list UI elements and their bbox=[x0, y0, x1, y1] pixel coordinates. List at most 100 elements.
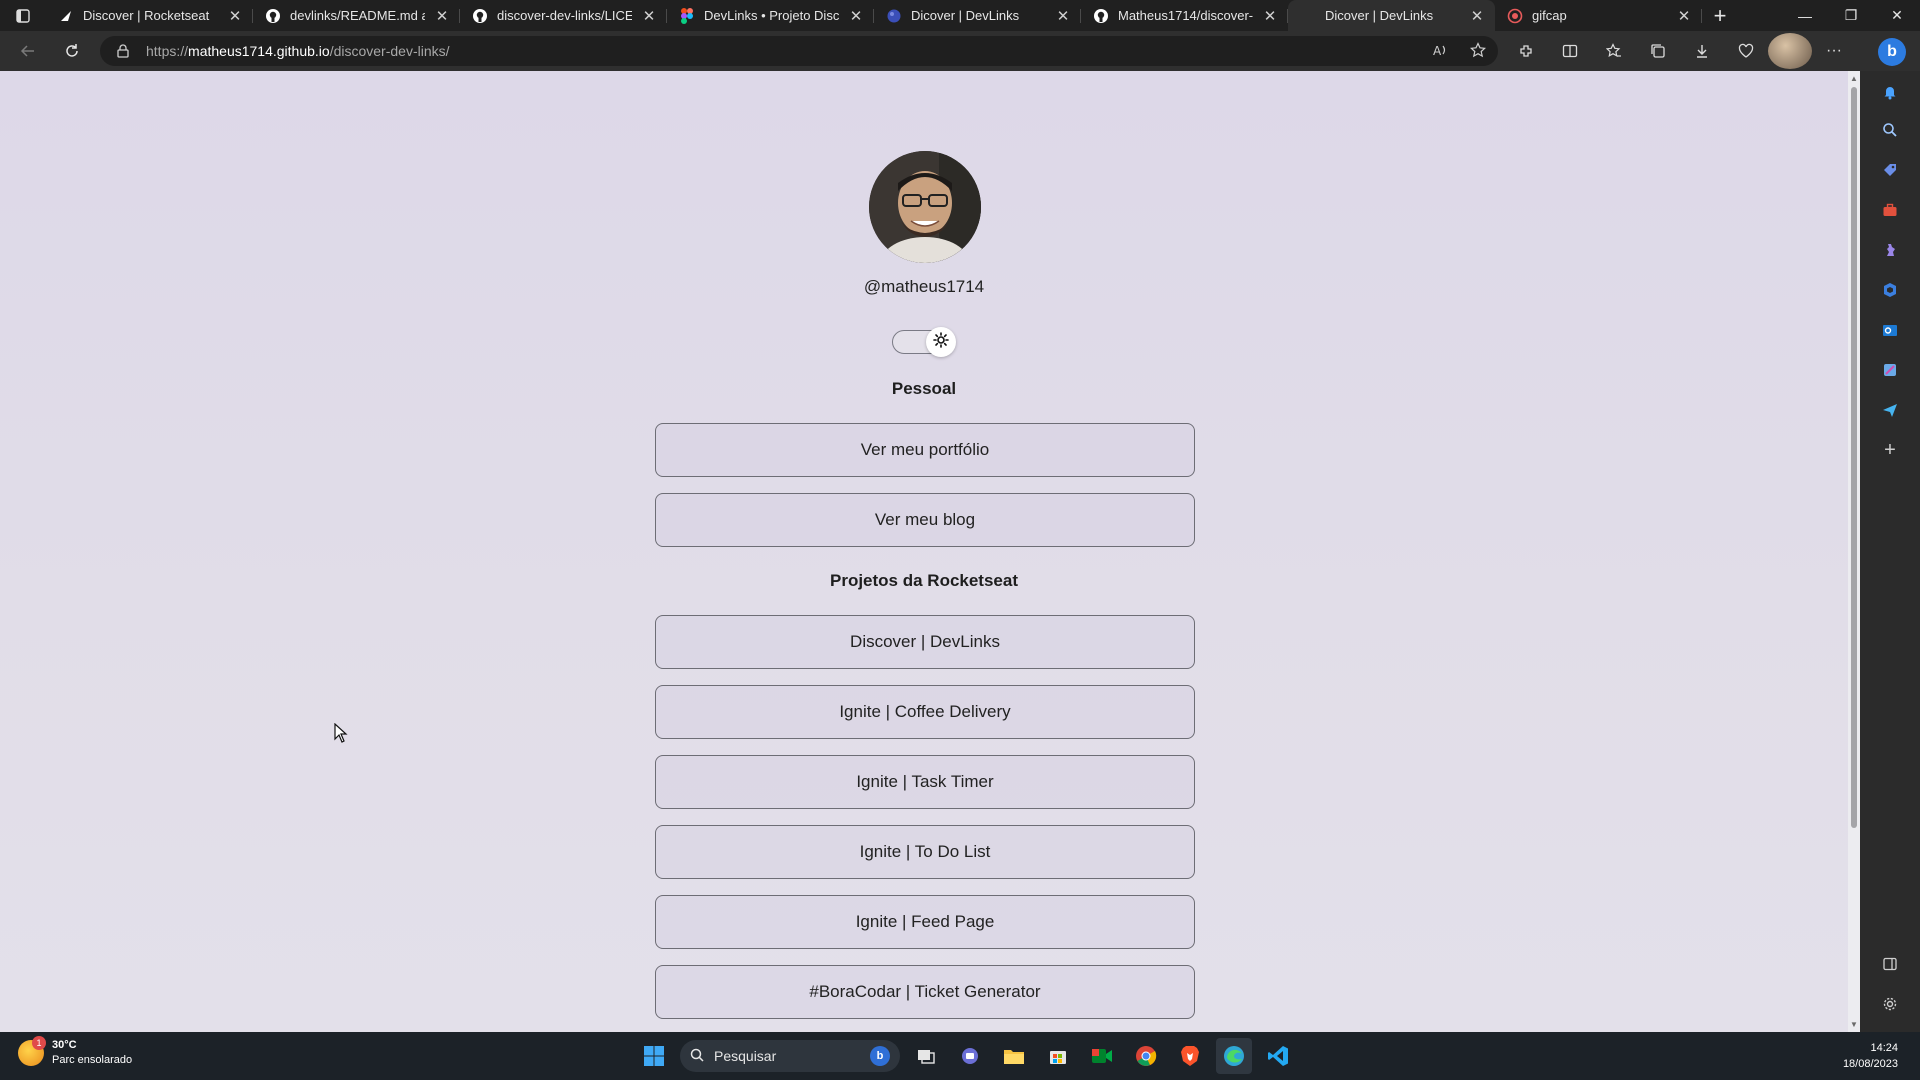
username: @matheus1714 bbox=[863, 277, 985, 296]
brave-icon[interactable] bbox=[1172, 1038, 1208, 1074]
extensions-icon[interactable] bbox=[1504, 33, 1548, 69]
microsoft-365-icon[interactable] bbox=[1875, 275, 1905, 305]
close-tab-icon[interactable]: ✕ bbox=[1262, 7, 1278, 25]
tab-actions-icon[interactable] bbox=[0, 0, 46, 31]
figma-icon bbox=[679, 7, 695, 24]
refresh-icon[interactable] bbox=[54, 33, 90, 69]
close-window-icon[interactable]: ✕ bbox=[1874, 0, 1920, 31]
split-screen-icon[interactable] bbox=[1548, 33, 1592, 69]
link-coffee-delivery-button[interactable]: Ignite | Coffee Delivery bbox=[655, 685, 1195, 739]
microsoft-store-icon[interactable] bbox=[1040, 1038, 1076, 1074]
add-sidebar-app-icon[interactable]: + bbox=[1875, 435, 1905, 465]
hide-sidebar-icon[interactable] bbox=[1875, 949, 1905, 979]
search-placeholder: Pesquisar bbox=[714, 1048, 777, 1064]
favorite-star-icon[interactable] bbox=[1469, 41, 1487, 61]
tab[interactable]: DevLinks • Projeto Discove ✕ bbox=[667, 0, 874, 31]
link-feed-page-button[interactable]: Ignite | Feed Page bbox=[655, 895, 1195, 949]
vscode-icon[interactable] bbox=[1260, 1038, 1296, 1074]
tab-active[interactable]: Dicover | DevLinks ✕ bbox=[1288, 0, 1495, 31]
tab-title: Matheus1714/discover-de bbox=[1118, 8, 1253, 23]
teams-chat-icon[interactable] bbox=[952, 1038, 988, 1074]
windows-taskbar: 1 30°C Parc ensolarado Pesquisar b 14:24… bbox=[0, 1032, 1920, 1080]
close-tab-icon[interactable]: ✕ bbox=[227, 7, 243, 25]
tab-title: Dicover | DevLinks bbox=[911, 8, 1020, 23]
theme-toggle-switch[interactable] bbox=[892, 327, 956, 357]
url-host: matheus1714.github.io bbox=[188, 43, 330, 59]
downloads-icon[interactable] bbox=[1680, 33, 1724, 69]
link-blog-button[interactable]: Ver meu blog bbox=[655, 493, 1195, 547]
tab[interactable]: gifcap ✕ bbox=[1495, 0, 1702, 31]
section-title-projetos: Projetos da Rocketseat bbox=[829, 571, 1018, 590]
tab[interactable]: Dicover | DevLinks ✕ bbox=[874, 0, 1081, 31]
taskbar-search-input[interactable]: Pesquisar b bbox=[680, 1040, 900, 1072]
chrome-icon[interactable] bbox=[1128, 1038, 1164, 1074]
tab-title: Dicover | DevLinks bbox=[1325, 8, 1434, 23]
search-icon[interactable] bbox=[1875, 115, 1905, 145]
close-tab-icon[interactable]: ✕ bbox=[1055, 7, 1071, 25]
bing-copilot-icon[interactable]: b bbox=[1878, 38, 1906, 66]
task-view-icon[interactable] bbox=[908, 1038, 944, 1074]
lock-icon[interactable] bbox=[112, 44, 134, 58]
outlook-icon[interactable] bbox=[1875, 315, 1905, 345]
tab-strip: Discover | Rocketseat ✕ devlinks/README.… bbox=[0, 0, 1920, 31]
performance-heart-icon[interactable] bbox=[1724, 33, 1768, 69]
favorites-icon[interactable] bbox=[1592, 33, 1636, 69]
edge-icon[interactable] bbox=[1216, 1038, 1252, 1074]
github-icon bbox=[1093, 8, 1109, 24]
weather-widget[interactable]: 1 30°C Parc ensolarado bbox=[18, 1036, 132, 1068]
gifcap-icon bbox=[1507, 8, 1523, 24]
read-aloud-icon[interactable]: A bbox=[1432, 42, 1448, 61]
windows-start-icon[interactable] bbox=[636, 1038, 672, 1074]
drop-send-icon[interactable] bbox=[1875, 395, 1905, 425]
close-tab-icon[interactable]: ✕ bbox=[641, 7, 657, 25]
new-tab-button[interactable]: + bbox=[1702, 0, 1738, 31]
designer-icon[interactable] bbox=[1875, 355, 1905, 385]
link-todo-list-button[interactable]: Ignite | To Do List bbox=[655, 825, 1195, 879]
tab-title: discover-dev-links/LICENSE bbox=[497, 8, 632, 23]
page-scrollbar[interactable]: ▲ ▼ bbox=[1848, 71, 1860, 1032]
link-task-timer-button[interactable]: Ignite | Task Timer bbox=[655, 755, 1195, 809]
games-chess-icon[interactable] bbox=[1875, 235, 1905, 265]
blank-page-icon bbox=[1300, 8, 1316, 24]
search-icon bbox=[690, 1048, 704, 1065]
browser-toolbar: https://matheus1714.github.io/discover-d… bbox=[0, 31, 1920, 71]
restore-icon[interactable]: ❐ bbox=[1828, 0, 1874, 31]
back-icon[interactable] bbox=[10, 33, 46, 69]
clock-time: 14:24 bbox=[1870, 1042, 1898, 1054]
tab-title: devlinks/README.md at m bbox=[290, 8, 425, 23]
profile-avatar[interactable] bbox=[1768, 33, 1812, 69]
url-path: /discover-dev-links/ bbox=[329, 43, 450, 59]
section-title-pessoal: Pessoal bbox=[891, 379, 957, 398]
link-portfolio-button[interactable]: Ver meu portfólio bbox=[655, 423, 1195, 477]
link-ticket-generator-button[interactable]: #BoraCodar | Ticket Generator bbox=[655, 965, 1195, 1019]
close-tab-icon[interactable]: ✕ bbox=[848, 7, 864, 25]
more-menu-icon[interactable]: ··· bbox=[1812, 33, 1856, 69]
scroll-up-icon[interactable]: ▲ bbox=[1850, 74, 1858, 83]
tab[interactable]: Matheus1714/discover-de ✕ bbox=[1081, 0, 1288, 31]
close-tab-icon[interactable]: ✕ bbox=[1676, 7, 1692, 25]
tab[interactable]: devlinks/README.md at m ✕ bbox=[253, 0, 460, 31]
scrollbar-thumb[interactable] bbox=[1851, 87, 1857, 828]
tab-title: Discover | Rocketseat bbox=[83, 8, 210, 23]
link-discover-devlinks-button[interactable]: Discover | DevLinks bbox=[655, 615, 1195, 669]
notification-bell-icon[interactable] bbox=[1875, 77, 1905, 107]
file-explorer-icon[interactable] bbox=[996, 1038, 1032, 1074]
address-bar[interactable]: https://matheus1714.github.io/discover-d… bbox=[100, 36, 1498, 66]
shopping-tag-icon[interactable] bbox=[1875, 155, 1905, 185]
profile-avatar-photo bbox=[869, 151, 981, 263]
taskbar-clock[interactable]: 14:24 18/08/2023 bbox=[1843, 1040, 1898, 1072]
close-tab-icon[interactable]: ✕ bbox=[434, 7, 450, 25]
tools-briefcase-icon[interactable] bbox=[1875, 195, 1905, 225]
tab[interactable]: Discover | Rocketseat ✕ bbox=[46, 0, 253, 31]
minimize-icon[interactable]: — bbox=[1782, 0, 1828, 31]
page-viewport: @matheus1714 Pessoal Ver meu portfólio V… bbox=[0, 71, 1848, 1032]
collections-icon[interactable] bbox=[1636, 33, 1680, 69]
svg-text:A: A bbox=[1433, 44, 1442, 58]
weather-temp: 30°C bbox=[52, 1039, 77, 1051]
tab[interactable]: discover-dev-links/LICENSE ✕ bbox=[460, 0, 667, 31]
sidebar-settings-gear-icon[interactable] bbox=[1875, 989, 1905, 1019]
scroll-down-icon[interactable]: ▼ bbox=[1850, 1020, 1858, 1029]
close-tab-icon[interactable]: ✕ bbox=[1469, 7, 1485, 25]
github-icon bbox=[472, 8, 488, 24]
google-meet-icon[interactable] bbox=[1084, 1038, 1120, 1074]
